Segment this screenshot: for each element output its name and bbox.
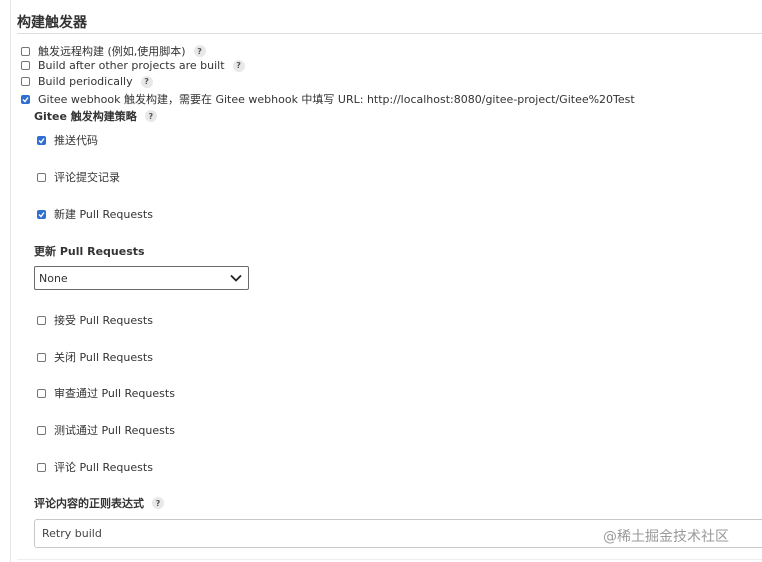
checkbox-after-other-projects[interactable] [21,61,30,70]
checkbox-close-pr[interactable] [37,352,46,362]
trigger-gitee-webhook-label: Gitee webhook 触发构建，需要在 Gitee webhook 中填写… [38,93,635,106]
checkbox-comment-commit[interactable] [37,172,46,182]
option-push-code-label: 推送代码 [54,134,98,147]
checkbox-test-pass-pr[interactable] [37,425,46,435]
gitee-strategy-title: Gitee 触发构建策略 ? [34,108,157,124]
comment-regex-title: 评论内容的正则表达式 ? [34,495,164,511]
option-push-code[interactable]: 推送代码 [37,132,98,148]
gitee-strategy-title-text: Gitee 触发构建策略 [34,110,137,123]
trigger-remote-build[interactable]: 触发远程构建 (例如,使用脚本) ? [21,43,206,59]
help-icon[interactable]: ? [140,75,153,88]
trigger-build-periodically-label: Build periodically [38,75,133,88]
option-comment-pr[interactable]: 评论 Pull Requests [37,459,153,475]
checkbox-remote-build[interactable] [21,46,30,56]
comment-regex-title-text: 评论内容的正则表达式 [34,497,144,510]
comment-regex-value: Retry build [42,527,102,540]
checkbox-push-code[interactable] [37,135,46,145]
checkbox-comment-pr[interactable] [37,462,46,472]
update-pr-title: 更新 Pull Requests [34,243,145,259]
option-close-pr[interactable]: 关闭 Pull Requests [37,349,153,365]
trigger-after-other-projects[interactable]: Build after other projects are built ? [21,59,245,72]
trigger-remote-build-label: 触发远程构建 (例如,使用脚本) [38,45,186,58]
option-accept-pr[interactable]: 接受 Pull Requests [37,312,153,328]
option-test-pass-pr[interactable]: 测试通过 Pull Requests [37,422,175,438]
update-pr-select[interactable]: None [34,266,249,290]
option-test-pass-pr-label: 测试通过 Pull Requests [54,424,175,437]
update-pr-select-value: None [39,271,68,285]
trigger-build-periodically[interactable]: Build periodically ? [21,75,153,88]
trigger-after-other-projects-label: Build after other projects are built [38,59,225,72]
option-review-pass-pr-label: 审查通过 Pull Requests [54,387,175,400]
bottom-divider [17,559,762,560]
trigger-gitee-webhook[interactable]: Gitee webhook 触发构建，需要在 Gitee webhook 中填写… [21,91,635,107]
section-title: 构建触发器 [17,15,87,31]
checkbox-new-pr[interactable] [37,209,46,219]
option-new-pr-label: 新建 Pull Requests [54,208,153,221]
help-icon[interactable]: ? [193,45,206,57]
checkbox-gitee-webhook[interactable] [21,94,30,104]
help-icon[interactable]: ? [232,59,245,72]
option-new-pr[interactable]: 新建 Pull Requests [37,206,153,222]
help-icon[interactable]: ? [152,497,164,509]
checkbox-review-pass-pr[interactable] [37,388,46,398]
option-comment-commit-label: 评论提交记录 [54,171,120,184]
help-icon[interactable]: ? [144,110,157,122]
left-border [10,0,11,562]
option-comment-commit[interactable]: 评论提交记录 [37,169,120,185]
option-accept-pr-label: 接受 Pull Requests [54,314,153,327]
watermark: @稀土掘金技术社区 [603,529,729,545]
checkbox-build-periodically[interactable] [21,77,30,86]
section-divider [17,33,762,34]
option-comment-pr-label: 评论 Pull Requests [54,461,153,474]
checkbox-accept-pr[interactable] [37,315,46,325]
update-pr-title-text: 更新 Pull Requests [34,245,145,258]
option-review-pass-pr[interactable]: 审查通过 Pull Requests [37,385,175,401]
option-close-pr-label: 关闭 Pull Requests [54,351,153,364]
chevron-down-icon [230,272,242,285]
